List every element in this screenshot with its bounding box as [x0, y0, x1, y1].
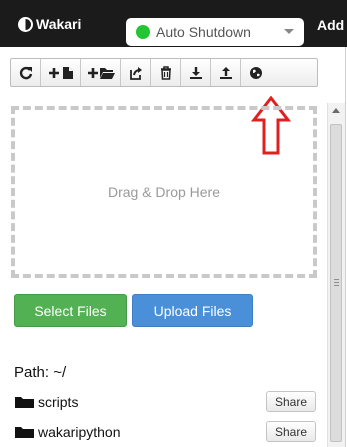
top-bar: Wakari Auto Shutdown Add: [0, 0, 347, 47]
upload-icon: [219, 66, 232, 79]
share-file-button[interactable]: Share: [266, 391, 316, 412]
status-dot-icon: [136, 25, 150, 39]
upload-files-button[interactable]: Upload Files: [132, 294, 253, 327]
folder-icon: [15, 397, 34, 408]
globe-icon: [250, 66, 262, 79]
share-icon: [129, 66, 142, 80]
file-list-item[interactable]: scripts Share: [14, 391, 318, 413]
file-toolbar: [10, 58, 318, 87]
app-name: Wakari: [36, 16, 82, 32]
delete-button[interactable]: [151, 59, 181, 86]
download-button[interactable]: [181, 59, 211, 86]
refresh-button[interactable]: [11, 59, 41, 86]
scrollbar-thumb[interactable]: [330, 124, 342, 442]
trash-icon: [160, 65, 171, 80]
vertical-scrollbar[interactable]: [327, 103, 345, 447]
new-folder-button[interactable]: [81, 59, 121, 86]
current-path: Path: ~/: [14, 364, 67, 381]
file-name[interactable]: scripts: [38, 394, 78, 410]
drop-zone[interactable]: Drag & Drop Here: [11, 106, 317, 278]
file-list-item[interactable]: wakaripython Share: [14, 421, 318, 443]
auto-shutdown-label: Auto Shutdown: [156, 24, 251, 40]
refresh-icon: [19, 66, 32, 79]
drop-zone-text: Drag & Drop Here: [107, 184, 221, 200]
add-menu[interactable]: Add: [317, 17, 344, 33]
select-files-button[interactable]: Select Files: [14, 294, 127, 327]
globe-button[interactable]: [241, 59, 271, 86]
share-file-button[interactable]: Share: [266, 421, 316, 442]
folder-icon: [15, 427, 34, 438]
grip-icon: [334, 279, 339, 286]
upload-button[interactable]: [211, 59, 241, 86]
wakari-logo-icon: [18, 16, 33, 32]
new-folder-icon: [87, 67, 115, 79]
new-file-button[interactable]: [41, 59, 81, 86]
wakari-logo[interactable]: Wakari: [18, 15, 81, 33]
caret-down-icon: [284, 29, 294, 34]
download-icon: [189, 66, 202, 79]
scroll-up-arrow-icon[interactable]: [332, 108, 340, 113]
auto-shutdown-dropdown[interactable]: Auto Shutdown: [126, 18, 304, 46]
new-file-icon: [48, 66, 73, 79]
file-name[interactable]: wakaripython: [38, 424, 121, 440]
share-button[interactable]: [121, 59, 151, 86]
